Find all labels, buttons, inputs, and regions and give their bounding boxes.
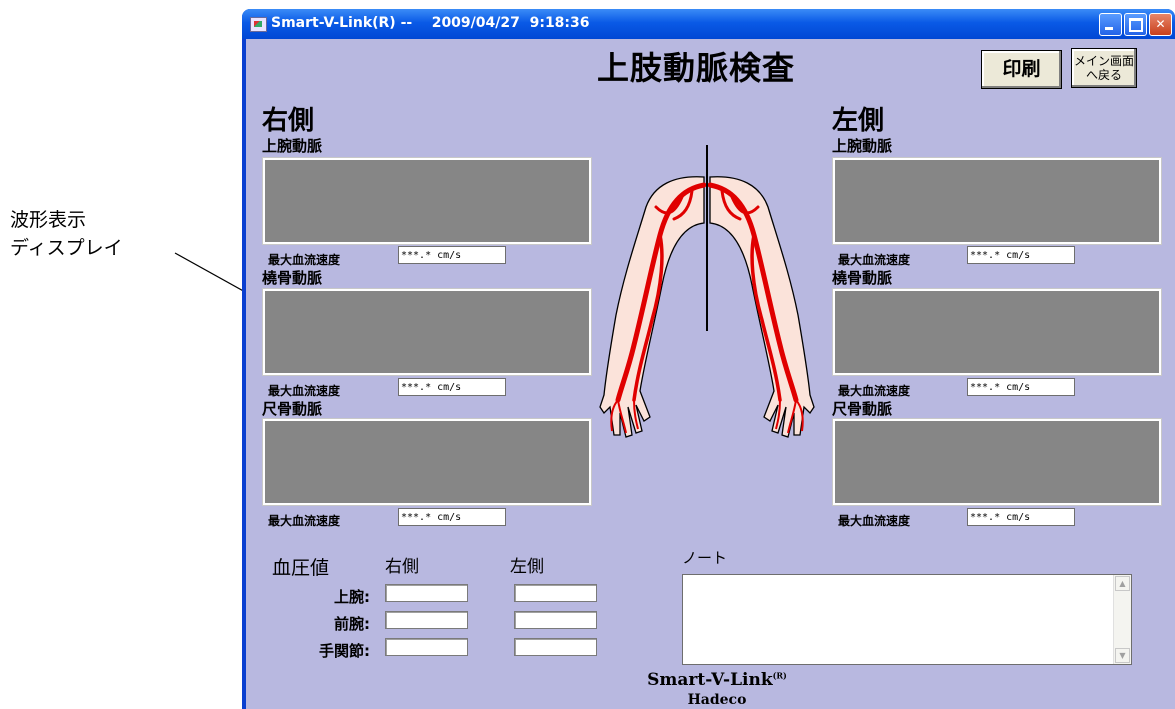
right-radial-velocity-field: ***.* cm/s xyxy=(398,378,506,396)
left-brachial-velocity-label: 最大血流速度 xyxy=(838,253,911,267)
scroll-down-icon[interactable]: ▼ xyxy=(1115,648,1130,663)
right-radial-velocity-label: 最大血流速度 xyxy=(268,384,341,398)
right-ulnar-velocity-field: ***.* cm/s xyxy=(398,508,506,526)
right-radial-label: 橈骨動脈 xyxy=(262,269,323,287)
right-brachial-waveform-display xyxy=(262,157,592,245)
left-brachial-label: 上腕動脈 xyxy=(832,137,893,155)
arms-artery-illustration xyxy=(599,145,815,438)
back-to-main-button[interactable]: メイン画面 へ戻る xyxy=(1071,48,1137,88)
bp-wrist-left-input[interactable] xyxy=(514,638,597,656)
left-radial-label: 橈骨動脈 xyxy=(832,269,893,287)
left-side-heading: 左側 xyxy=(832,106,885,136)
bp-right-column-header: 右側 xyxy=(385,557,419,577)
left-brachial-waveform-display xyxy=(832,157,1162,245)
left-radial-velocity-field: ***.* cm/s xyxy=(967,378,1075,396)
left-brachial-velocity-field: ***.* cm/s xyxy=(967,246,1075,264)
app-icon xyxy=(250,17,267,32)
bp-forearm-label: 前腕: xyxy=(334,615,370,633)
page-title: 上肢動脈検査 xyxy=(597,49,796,87)
minimize-button[interactable] xyxy=(1099,13,1122,36)
note-label: ノート xyxy=(682,549,728,567)
brand-company: Hadeco xyxy=(687,692,747,708)
right-brachial-label: 上腕動脈 xyxy=(262,137,323,155)
print-button[interactable]: 印刷 xyxy=(981,50,1062,89)
left-ulnar-label: 尺骨動脈 xyxy=(832,400,893,418)
bp-forearm-left-input[interactable] xyxy=(514,611,597,629)
bp-wrist-label: 手関節: xyxy=(319,642,370,660)
bp-wrist-right-input[interactable] xyxy=(385,638,468,656)
right-ulnar-velocity-label: 最大血流速度 xyxy=(268,514,341,528)
registered-mark: (R) xyxy=(772,670,787,681)
title-bar[interactable]: Smart-V-Link(R) -- 2009/04/27 9:18:36 ✕ xyxy=(242,9,1175,39)
close-button[interactable]: ✕ xyxy=(1149,13,1172,36)
bp-upper-arm-right-input[interactable] xyxy=(385,584,468,602)
right-ulnar-waveform-display xyxy=(262,418,592,506)
client-area: 上肢動脈検査 印刷 メイン画面 へ戻る 右側 上腕動脈 最大血流速度 ***.*… xyxy=(246,39,1175,709)
maximize-button[interactable] xyxy=(1124,13,1147,36)
right-brachial-velocity-label: 最大血流速度 xyxy=(268,253,341,267)
brand-block: Smart-V-Link(R) Hadeco xyxy=(632,670,802,708)
left-ulnar-velocity-field: ***.* cm/s xyxy=(967,508,1075,526)
right-side-heading: 右側 xyxy=(262,106,315,136)
scroll-up-icon[interactable]: ▲ xyxy=(1115,576,1130,591)
back-button-line-2: へ戻る xyxy=(1085,68,1122,82)
right-brachial-velocity-field: ***.* cm/s xyxy=(398,246,506,264)
note-scrollbar[interactable]: ▲ ▼ xyxy=(1113,575,1131,664)
app-window: Smart-V-Link(R) -- 2009/04/27 9:18:36 ✕ … xyxy=(242,9,1175,709)
brand-name-text: Smart-V-Link xyxy=(647,670,773,690)
left-ulnar-waveform-display xyxy=(832,418,1162,506)
bp-upper-arm-label: 上腕: xyxy=(334,588,370,606)
left-radial-waveform-display xyxy=(832,288,1162,376)
blood-pressure-title: 血圧値 xyxy=(272,557,330,579)
left-radial-velocity-label: 最大血流速度 xyxy=(838,384,911,398)
left-ulnar-velocity-label: 最大血流速度 xyxy=(838,514,911,528)
note-textarea[interactable] xyxy=(682,574,1132,665)
right-radial-waveform-display xyxy=(262,288,592,376)
bp-upper-arm-left-input[interactable] xyxy=(514,584,597,602)
bp-forearm-right-input[interactable] xyxy=(385,611,468,629)
right-ulnar-label: 尺骨動脈 xyxy=(262,400,323,418)
bp-left-column-header: 左側 xyxy=(510,557,544,577)
back-button-line-1: メイン画面 xyxy=(1073,54,1134,68)
window-title: Smart-V-Link(R) -- 2009/04/27 9:18:36 xyxy=(271,15,590,31)
brand-name: Smart-V-Link(R) xyxy=(632,670,802,690)
